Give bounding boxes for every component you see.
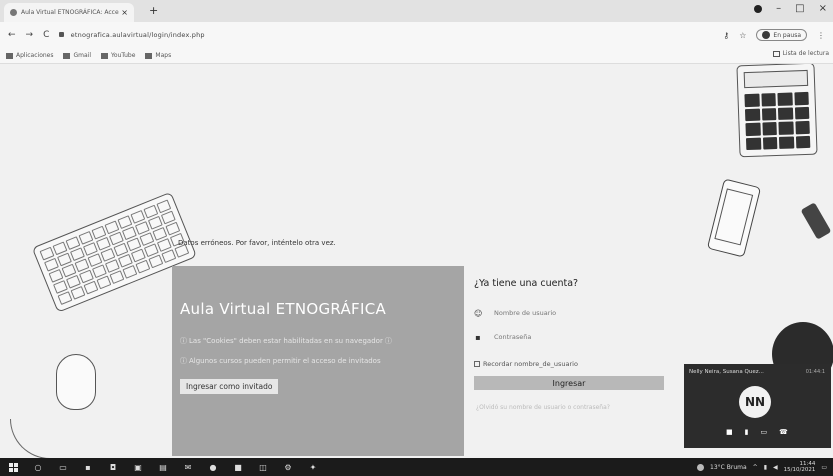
participant-avatar: NN	[739, 386, 771, 418]
bookmark-apps[interactable]: Aplicaciones	[6, 52, 53, 59]
help-icon[interactable]: ⓘ	[385, 336, 392, 346]
window-controls: – □ ×	[754, 3, 827, 14]
login-button[interactable]: Ingresar	[474, 376, 664, 390]
new-tab-button[interactable]: +	[149, 4, 158, 17]
forgot-password-link[interactable]: ¿Olvidó su nombre de usuario o contraseñ…	[476, 404, 610, 411]
site-favicon-icon	[10, 9, 17, 16]
video-call-window[interactable]: Nelly Neira, Susana Quez... 01:44:1 NN ■…	[684, 364, 831, 448]
photos-icon[interactable]: ◫	[258, 462, 268, 472]
youtube-icon	[101, 52, 108, 59]
weather-text[interactable]: 13°C Bruma	[710, 464, 747, 471]
camera-icon[interactable]: ■	[726, 428, 733, 436]
file-explorer-icon[interactable]: ▣	[133, 462, 143, 472]
back-button[interactable]: ←	[8, 30, 16, 40]
password-field[interactable]: ▪ Contraseña	[474, 330, 662, 344]
user-icon: ☺	[474, 308, 483, 318]
widgets-icon[interactable]: ▪	[83, 462, 93, 472]
guest-notice: ⓘ Algunos cursos pueden permitir el acce…	[180, 357, 381, 365]
bookmarks-bar: Aplicaciones Gmail YouTube Maps	[0, 48, 833, 64]
login-heading: ¿Ya tiene una cuenta?	[474, 278, 579, 289]
microphone-icon[interactable]: ▮	[745, 428, 749, 436]
star-icon[interactable]: ☆	[739, 31, 746, 40]
system-tray: 13°C Bruma ^ ▮ ◀ 11:44 15/10/2021 ▭	[697, 458, 827, 476]
call-duration: 01:44:1	[805, 369, 825, 375]
site-title: Aula Virtual ETNOGRÁFICA	[180, 300, 387, 318]
bookmark-youtube[interactable]: YouTube	[101, 52, 135, 59]
tab-close-icon[interactable]: ×	[121, 8, 128, 17]
search-icon[interactable]: ○	[33, 462, 43, 472]
apps-grid-icon	[6, 52, 13, 59]
forward-button[interactable]: →	[26, 30, 34, 40]
info-icon: ⓘ	[180, 337, 187, 345]
maximize-button[interactable]: □	[795, 3, 804, 14]
login-error-message: Datos erróneos. Por favor, inténtelo otr…	[178, 239, 336, 247]
reload-button[interactable]: C	[43, 30, 49, 40]
login-form-panel: ¿Ya tiene una cuenta? ☺ Nombre de usuari…	[464, 266, 674, 456]
phone-illustration	[706, 178, 762, 258]
tab-title: Aula Virtual ETNOGRÁFICA: Acce	[21, 9, 119, 16]
weather-icon[interactable]	[697, 463, 705, 471]
browser-tab[interactable]: Aula Virtual ETNOGRÁFICA: Acce ×	[4, 3, 134, 22]
reading-list-button[interactable]: Lista de lectura	[772, 50, 829, 57]
start-button[interactable]	[8, 462, 18, 472]
profile-button[interactable]: En pausa	[756, 29, 807, 41]
lock-icon	[59, 32, 65, 37]
chevron-up-icon[interactable]: ^	[753, 464, 758, 471]
key-icon[interactable]: ⚷	[723, 31, 729, 40]
close-window-button[interactable]: ×	[819, 3, 827, 14]
address-bar: ← → C etnografica.aulavirtual/login/inde…	[0, 22, 833, 48]
bookmark-gmail[interactable]: Gmail	[63, 52, 91, 59]
mouse-cable-illustration	[10, 419, 90, 458]
avatar	[762, 31, 771, 39]
reading-list-icon	[772, 50, 780, 57]
call-controls: ■ ▮ ▭ ☎	[726, 428, 788, 436]
remember-username-checkbox[interactable]: Recordar nombre_de_usuario	[474, 360, 578, 368]
profile-label: En pausa	[773, 31, 801, 39]
lock-icon: ▪	[475, 332, 481, 342]
task-view-icon[interactable]: ▭	[58, 462, 68, 472]
mail-icon[interactable]: ✉	[183, 462, 193, 472]
username-field[interactable]: ☺ Nombre de usuario	[474, 306, 662, 320]
notifications-icon[interactable]: ▭	[821, 464, 827, 471]
mouse-illustration	[56, 354, 96, 410]
url-text: etnografica.aulavirtual/login/index.php	[70, 31, 205, 39]
bookmark-maps[interactable]: Maps	[145, 52, 171, 59]
windows-icon	[8, 462, 18, 472]
toolbar-right: ⚷ ☆ En pausa ⋮	[723, 29, 825, 41]
clock[interactable]: 11:44 15/10/2021	[784, 461, 816, 473]
guest-login-button[interactable]: Ingresar como invitado	[180, 379, 279, 394]
store-icon[interactable]: ▤	[158, 462, 168, 472]
hang-up-icon[interactable]: ☎	[779, 428, 788, 436]
chat-icon[interactable]: ◘	[108, 462, 118, 472]
windows-taskbar: ○ ▭ ▪ ◘ ▣ ▤ ✉ ● ■ ◫ ⚙ ✦ 13°C Bruma ^ ▮ ◀…	[0, 458, 833, 476]
extension-icon[interactable]	[754, 5, 763, 13]
checkbox-icon	[474, 361, 480, 367]
calculator-illustration	[736, 64, 818, 158]
menu-icon[interactable]: ⋮	[817, 31, 825, 40]
app-icon-2[interactable]: ✦	[308, 462, 318, 472]
gmail-icon	[63, 52, 71, 59]
settings-icon[interactable]: ⚙	[283, 462, 293, 472]
site-info-panel: Aula Virtual ETNOGRÁFICA ⓘ Las "Cookies"…	[172, 266, 464, 456]
browser-tab-bar: Aula Virtual ETNOGRÁFICA: Acce × + – □ ×	[0, 0, 833, 22]
app-icon[interactable]: ■	[233, 462, 243, 472]
network-icon[interactable]: ▮	[764, 464, 767, 471]
call-participants: Nelly Neira, Susana Quez...	[689, 369, 764, 375]
minimize-button[interactable]: –	[776, 3, 781, 14]
usb-illustration	[800, 202, 832, 240]
maps-icon	[145, 52, 153, 59]
volume-icon[interactable]: ◀	[773, 464, 778, 471]
info-icon: ⓘ	[180, 357, 187, 365]
cookies-notice: ⓘ Las "Cookies" deben estar habilitadas …	[180, 336, 392, 346]
url-input[interactable]: etnografica.aulavirtual/login/index.php	[59, 31, 713, 39]
screen-share-icon[interactable]: ▭	[760, 428, 767, 436]
chrome-icon[interactable]: ●	[208, 462, 218, 472]
